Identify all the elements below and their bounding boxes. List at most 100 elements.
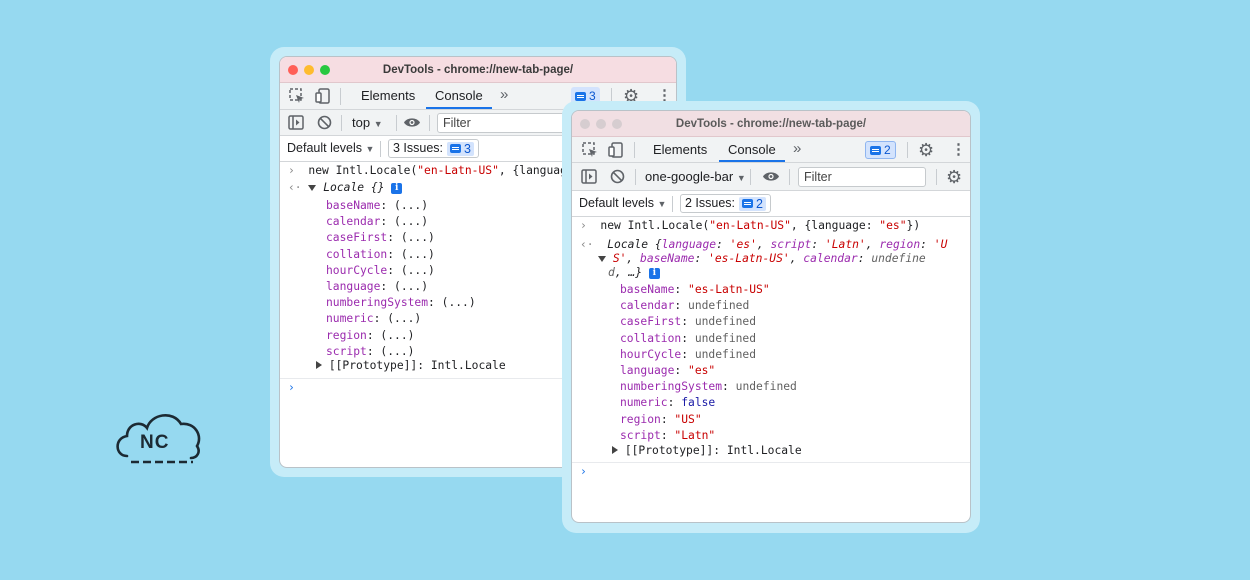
property-value: false — [681, 396, 716, 410]
message-icon — [575, 91, 586, 101]
property-row[interactable]: language: "es" — [620, 364, 715, 377]
eye-icon[interactable] — [403, 116, 421, 132]
property-row[interactable]: hourCycle: undefined — [620, 348, 756, 361]
property-row[interactable]: script: "Latn" — [620, 429, 715, 442]
property-name: collation — [326, 247, 388, 261]
filter-input[interactable]: Filter — [798, 167, 926, 187]
property-name: numberingSystem — [620, 380, 723, 394]
console-settings-gear-icon[interactable]: ⚙ — [946, 168, 962, 186]
property-value: undefined — [688, 299, 750, 313]
property-value[interactable]: (...) — [387, 312, 421, 325]
close-window-button[interactable] — [580, 119, 590, 129]
property-row[interactable]: calendar: undefined — [620, 299, 749, 312]
collapse-triangle-icon[interactable] — [316, 361, 322, 369]
property-row[interactable]: caseFirst: (...) — [326, 231, 435, 244]
minimize-window-button[interactable] — [304, 65, 314, 75]
property-row[interactable]: numeric: false — [620, 396, 715, 409]
device-toolbar-icon[interactable] — [315, 88, 331, 104]
eye-icon[interactable] — [762, 170, 780, 186]
inspect-element-icon[interactable] — [582, 142, 598, 158]
prototype-line[interactable]: [[Prototype]]: Intl.Locale — [612, 444, 802, 457]
more-options-icon[interactable]: ⋮ — [951, 142, 966, 157]
property-row[interactable]: baseName: "es-Latn-US" — [620, 283, 770, 296]
expand-triangle-icon[interactable] — [598, 256, 606, 262]
more-tabs-button[interactable]: » — [500, 86, 508, 103]
property-name: script — [326, 344, 367, 358]
tab-console[interactable]: Console — [426, 83, 492, 109]
property-name: caseFirst — [620, 315, 682, 329]
property-name: hourCycle — [326, 263, 388, 277]
property-row[interactable]: calendar: (...) — [326, 215, 428, 228]
console-result-preview-line-2[interactable]: S', baseName: 'es-Latn-US', calendar: un… — [598, 252, 926, 265]
console-result-preview-line-1: ‹· Locale {language: 'es', script: 'Latn… — [580, 238, 948, 251]
property-value[interactable]: (...) — [394, 199, 428, 212]
property-value[interactable]: (...) — [401, 248, 435, 261]
property-value: "es-Latn-US" — [688, 283, 770, 296]
property-value[interactable]: (...) — [380, 345, 414, 358]
zoom-window-button[interactable] — [612, 119, 622, 129]
property-row[interactable]: numeric: (...) — [326, 312, 421, 325]
prototype-line[interactable]: [[Prototype]]: Intl.Locale — [316, 359, 506, 372]
issues-icon — [742, 199, 754, 208]
expand-triangle-icon[interactable] — [308, 185, 317, 191]
property-value: "es" — [688, 364, 716, 377]
console-input-line: › new Intl.Locale("en-Latn-US", {languag… — [288, 164, 581, 177]
issues-button[interactable]: 2 Issues: 2 — [680, 194, 771, 213]
console-result-line[interactable]: ‹· Locale {} i — [288, 181, 403, 194]
more-tabs-button[interactable]: » — [793, 140, 801, 157]
window-title: DevTools - chrome://new-tab-page/ — [675, 118, 867, 130]
property-row[interactable]: script: (...) — [326, 345, 414, 358]
property-name: baseName — [620, 283, 675, 296]
close-window-button[interactable] — [288, 65, 298, 75]
zoom-window-button[interactable] — [320, 65, 330, 75]
console-prompt[interactable]: › — [288, 381, 295, 394]
property-row[interactable]: baseName: (...) — [326, 199, 428, 212]
issues-icon — [450, 144, 462, 153]
property-value[interactable]: (...) — [394, 215, 428, 228]
property-row[interactable]: collation: undefined — [620, 332, 756, 345]
settings-gear-icon[interactable]: ⚙ — [918, 141, 934, 159]
show-sidebar-icon[interactable] — [581, 169, 597, 187]
property-value[interactable]: (...) — [401, 231, 435, 244]
show-sidebar-icon[interactable] — [288, 115, 304, 133]
front-title-bar: DevTools - chrome://new-tab-page/ — [572, 111, 970, 137]
property-row[interactable]: numberingSystem: undefined — [620, 380, 797, 393]
console-result-preview-line-3: d, …} i — [608, 266, 660, 279]
inspect-element-icon[interactable] — [289, 88, 305, 104]
default-levels-dropdown[interactable]: Default levels ▼ — [579, 196, 666, 210]
info-icon[interactable]: i — [391, 182, 403, 194]
property-row[interactable]: caseFirst: undefined — [620, 315, 756, 328]
window-title: DevTools - chrome://new-tab-page/ — [382, 64, 574, 76]
context-selector[interactable]: top ▼ — [352, 115, 383, 130]
minimize-window-button[interactable] — [596, 119, 606, 129]
property-row[interactable]: collation: (...) — [326, 248, 435, 261]
clear-console-icon[interactable] — [317, 115, 332, 133]
property-name: region — [326, 328, 367, 342]
device-toolbar-icon[interactable] — [608, 142, 624, 158]
property-value: undefined — [694, 315, 757, 329]
nc-cloud-logo: NC — [113, 406, 205, 468]
property-row[interactable]: region: "US" — [620, 413, 702, 426]
property-row[interactable]: language: (...) — [326, 280, 428, 293]
property-value[interactable]: (...) — [401, 264, 435, 277]
property-row[interactable]: hourCycle: (...) — [326, 264, 435, 277]
property-name: script — [620, 428, 661, 442]
issues-button[interactable]: 3 Issues: 3 — [388, 139, 479, 158]
collapse-triangle-icon[interactable] — [612, 446, 618, 454]
context-selector[interactable]: one-google-bar ▼ — [645, 169, 746, 184]
property-name: hourCycle — [620, 347, 682, 361]
property-row[interactable]: numberingSystem: (...) — [326, 296, 476, 309]
property-row[interactable]: region: (...) — [326, 329, 414, 342]
messages-badge[interactable]: 2 — [865, 141, 896, 159]
property-value[interactable]: (...) — [394, 280, 428, 293]
tab-elements[interactable]: Elements — [653, 137, 707, 162]
console-prompt[interactable]: › — [580, 465, 587, 478]
property-value[interactable]: (...) — [380, 329, 414, 342]
tab-elements[interactable]: Elements — [361, 83, 415, 109]
console-toolbar: one-google-bar ▼ Filter ⚙ — [572, 163, 970, 191]
clear-console-icon[interactable] — [610, 169, 625, 187]
info-icon[interactable]: i — [648, 267, 660, 279]
tab-console[interactable]: Console — [719, 137, 785, 162]
property-value[interactable]: (...) — [442, 296, 476, 309]
default-levels-dropdown[interactable]: Default levels ▼ — [287, 141, 374, 155]
